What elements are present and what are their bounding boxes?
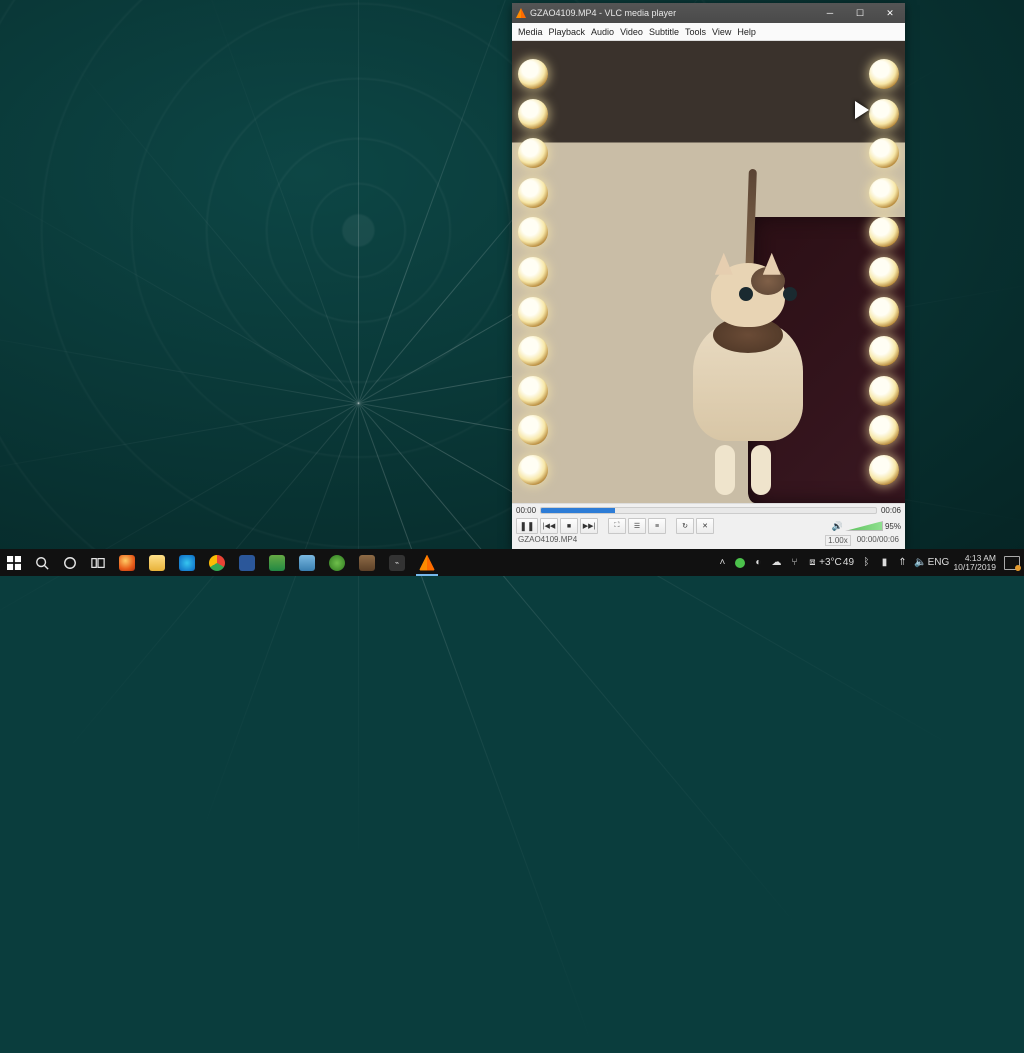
volume-slider[interactable] xyxy=(845,521,883,531)
tray-onedrive-icon[interactable]: ☁ xyxy=(769,556,783,570)
shuffle-button[interactable]: ✕ xyxy=(696,518,714,534)
vlc-window-title: GZAO4109.MP4 - VLC media player xyxy=(530,8,815,18)
fullscreen-button[interactable]: ⛶ xyxy=(608,518,626,534)
loop-button[interactable]: ↻ xyxy=(676,518,694,534)
menu-video[interactable]: Video xyxy=(620,27,643,37)
windows-taskbar: ⌁ ˄ ◐ ☁ ⑂ ⧈ +3°C 49 ᛒ ▮ ⇑ 🔈 ENG 4:13 AM … xyxy=(0,549,1024,576)
taskbar-app-vlc[interactable] xyxy=(412,549,442,576)
video-frame xyxy=(512,41,905,503)
menu-media[interactable]: Media xyxy=(518,27,543,37)
taskbar-app-word[interactable] xyxy=(232,549,262,576)
vlc-controls: 00:00 00:06 ❚❚ |◀◀ ■ ▶▶| ⛶ ☰ ≡ ↻ ✕ 🔊 95%… xyxy=(512,503,905,549)
status-time: 00:00/00:06 xyxy=(857,535,899,546)
vlc-video-area[interactable] xyxy=(512,41,905,503)
taskbar-app-unknown-2[interactable] xyxy=(292,549,322,576)
menu-playback[interactable]: Playback xyxy=(549,27,586,37)
taskbar-app-security[interactable] xyxy=(322,549,352,576)
previous-button[interactable]: |◀◀ xyxy=(540,518,558,534)
menu-help[interactable]: Help xyxy=(737,27,756,37)
time-elapsed: 00:00 xyxy=(516,506,536,515)
taskbar-app-firefox[interactable] xyxy=(112,549,142,576)
status-speed[interactable]: 1.00x xyxy=(825,535,851,546)
task-view-button[interactable] xyxy=(84,549,112,576)
menu-audio[interactable]: Audio xyxy=(591,27,614,37)
volume-percent: 95% xyxy=(885,522,901,531)
minimize-button[interactable]: ─ xyxy=(815,3,845,23)
cortana-button[interactable] xyxy=(56,549,84,576)
taskbar-app-unknown-1[interactable] xyxy=(262,549,292,576)
tray-status-green-icon[interactable] xyxy=(733,556,747,570)
mute-button[interactable]: 🔊 xyxy=(832,521,843,532)
start-button[interactable] xyxy=(0,549,28,576)
tray-language[interactable]: ENG xyxy=(931,556,945,570)
vlc-cone-icon xyxy=(516,8,526,18)
taskbar-app-unknown-3[interactable] xyxy=(352,549,382,576)
vlc-window: GZAO4109.MP4 - VLC media player ─ ☐ ✕ Me… xyxy=(512,3,905,549)
next-button[interactable]: ▶▶| xyxy=(580,518,598,534)
taskbar-app-file-explorer[interactable] xyxy=(142,549,172,576)
menu-view[interactable]: View xyxy=(712,27,731,37)
tray-show-hidden-icons[interactable]: ˄ xyxy=(715,556,729,570)
tray-wifi-icon[interactable]: ⇑ xyxy=(895,556,909,570)
taskbar-clock[interactable]: 4:13 AM 10/17/2019 xyxy=(949,554,1000,572)
taskbar-app-edge[interactable] xyxy=(172,549,202,576)
taskbar-app-unknown-4[interactable]: ⌁ xyxy=(382,549,412,576)
tray-battery-icon[interactable]: ▮ xyxy=(877,556,891,570)
vlc-titlebar[interactable]: GZAO4109.MP4 - VLC media player ─ ☐ ✕ xyxy=(512,3,905,23)
tray-dropbox-icon[interactable]: ⧈ xyxy=(805,556,819,570)
pause-button[interactable]: ❚❚ xyxy=(516,518,538,534)
search-button[interactable] xyxy=(28,549,56,576)
overlay-play-icon xyxy=(855,101,869,119)
vlc-menubar: Media Playback Audio Video Subtitle Tool… xyxy=(512,23,905,41)
menu-subtitle[interactable]: Subtitle xyxy=(649,27,679,37)
tray-volume-icon[interactable]: 🔈 xyxy=(913,556,927,570)
tray-moon-icon[interactable]: ◐ xyxy=(751,556,765,570)
status-filename: GZAO4109.MP4 xyxy=(518,535,819,546)
action-center-button[interactable] xyxy=(1004,556,1020,570)
maximize-button[interactable]: ☐ xyxy=(845,3,875,23)
taskbar-date: 10/17/2019 xyxy=(953,563,996,572)
time-total: 00:06 xyxy=(881,506,901,515)
tray-weather-temp[interactable]: +3°C xyxy=(823,556,837,570)
menu-tools[interactable]: Tools xyxy=(685,27,706,37)
tray-usb-icon[interactable]: ⑂ xyxy=(787,556,801,570)
stop-button[interactable]: ■ xyxy=(560,518,578,534)
seek-slider[interactable] xyxy=(540,507,877,514)
extended-settings-button[interactable]: ☰ xyxy=(628,518,646,534)
tray-text-49[interactable]: 49 xyxy=(841,556,855,570)
taskbar-app-chrome[interactable] xyxy=(202,549,232,576)
playlist-button[interactable]: ≡ xyxy=(648,518,666,534)
close-button[interactable]: ✕ xyxy=(875,3,905,23)
tray-bluetooth-icon[interactable]: ᛒ xyxy=(859,556,873,570)
